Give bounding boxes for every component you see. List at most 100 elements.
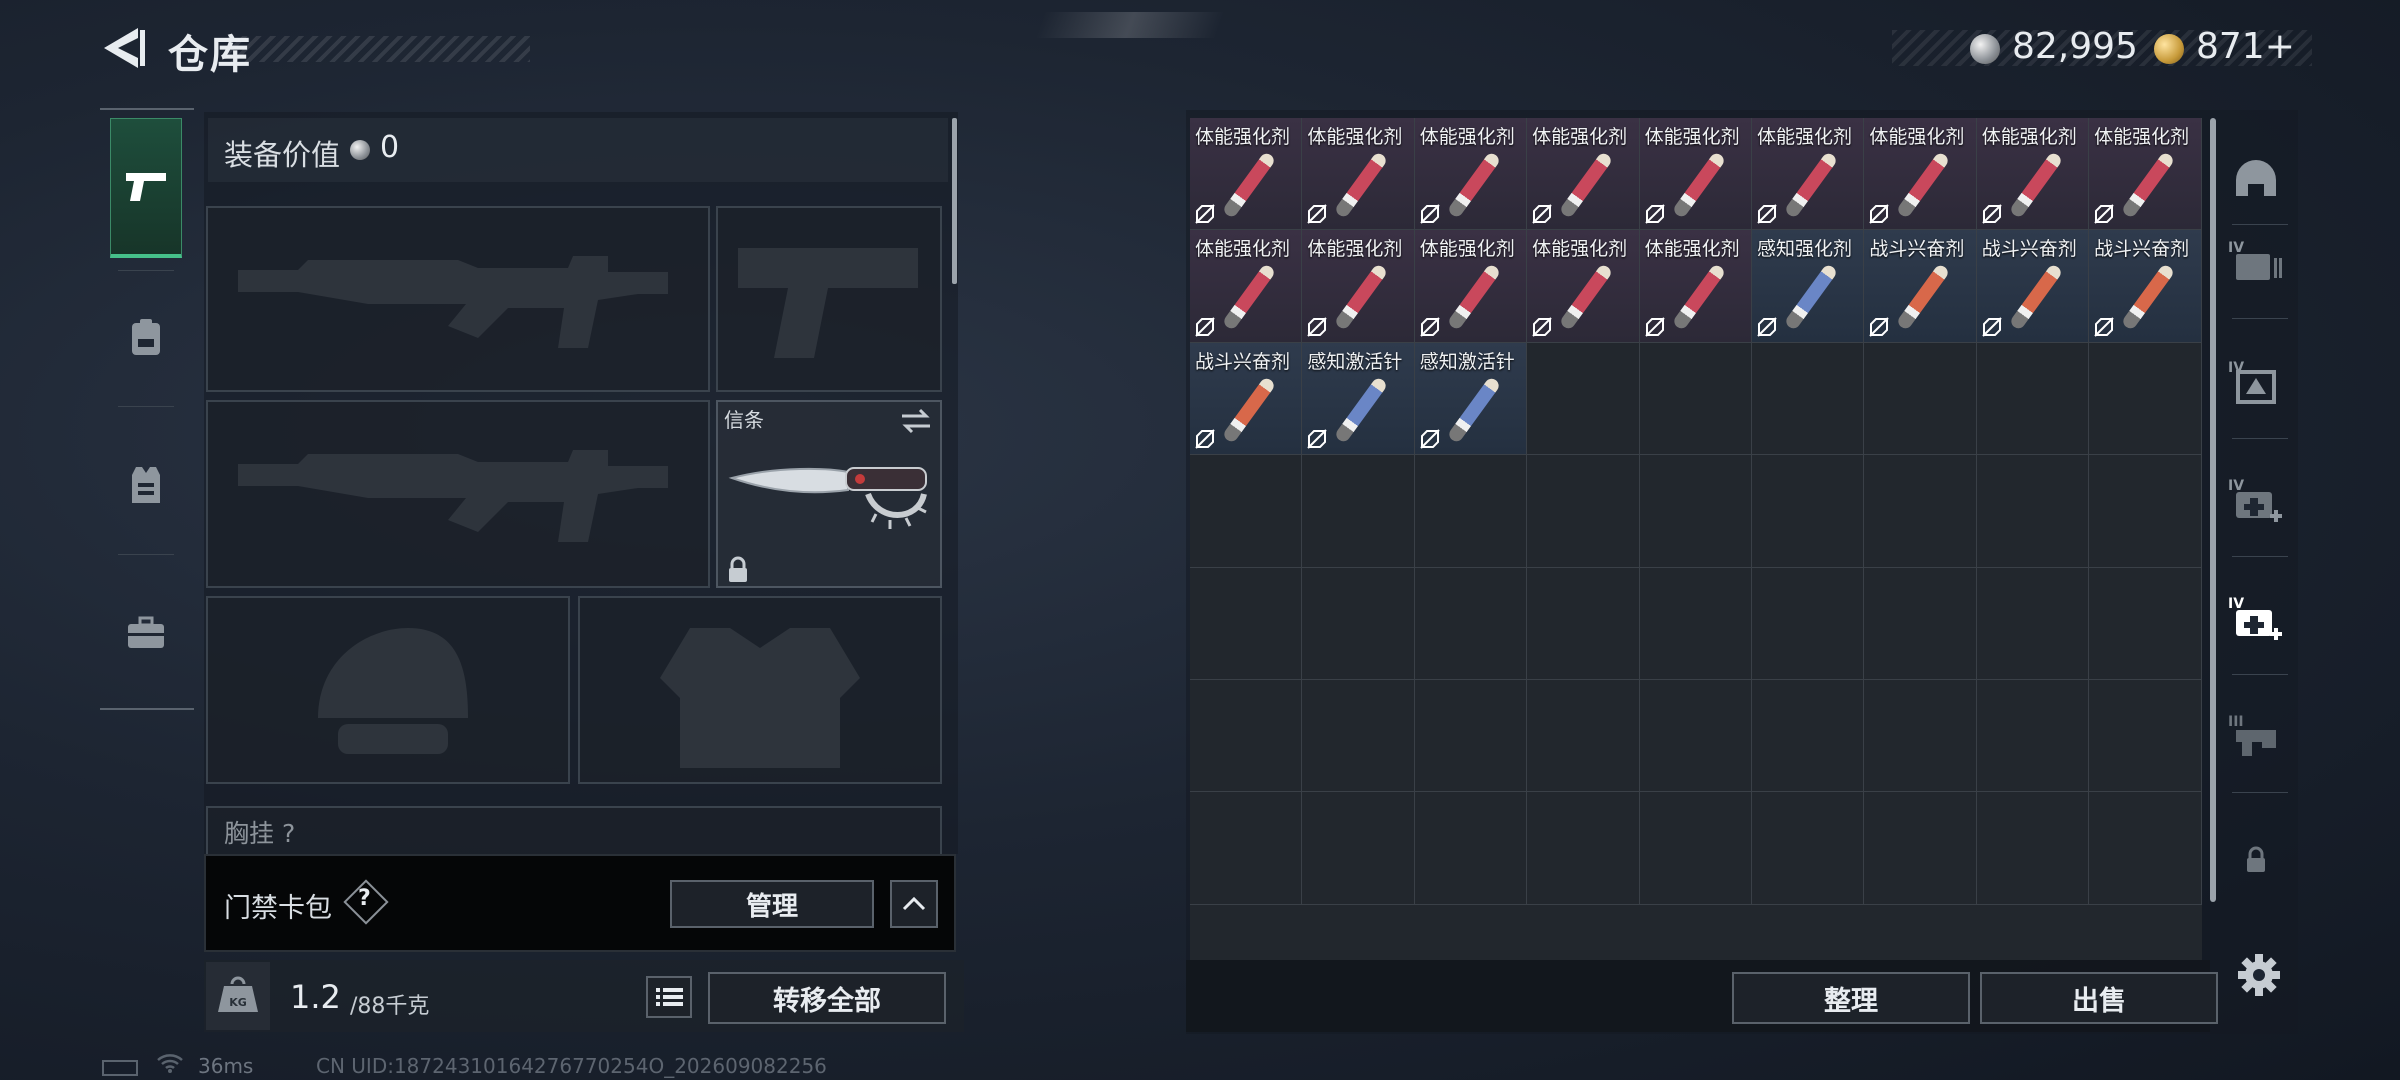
swap-icon[interactable] (900, 408, 932, 434)
category-case-iv[interactable]: IV (2226, 232, 2286, 292)
category-medkit-iv-selected[interactable]: IV (2226, 588, 2286, 648)
storage-item[interactable]: 体能强化剂 (1639, 230, 1752, 343)
empty-grid-cell[interactable] (1190, 455, 1303, 568)
empty-grid-cell[interactable] (1639, 455, 1752, 568)
empty-grid-cell[interactable] (1751, 342, 1865, 456)
empty-grid-cell[interactable] (1414, 567, 1528, 680)
empty-grid-cell[interactable] (1864, 679, 1977, 793)
storage-item[interactable]: 战斗兴奋剂 (2089, 230, 2202, 343)
collapse-button[interactable] (890, 880, 938, 928)
storage-item[interactable]: 感知强化剂 (1751, 230, 1865, 343)
storage-item[interactable]: 体能强化剂 (1302, 118, 1415, 231)
storage-item[interactable]: 感知激活针 (1302, 342, 1415, 456)
empty-grid-cell[interactable] (1527, 679, 1640, 793)
empty-grid-cell[interactable] (1639, 792, 1752, 905)
storage-item[interactable]: 战斗兴奋剂 (1190, 342, 1303, 456)
empty-grid-cell[interactable] (1414, 679, 1528, 793)
settings-button[interactable] (2236, 952, 2282, 998)
empty-grid-cell[interactable] (2089, 567, 2202, 680)
empty-grid-cell[interactable] (2089, 455, 2202, 568)
storage-item[interactable]: 体能强化剂 (1639, 118, 1752, 231)
empty-grid-cell[interactable] (1414, 792, 1528, 905)
storage-item[interactable]: 体能强化剂 (1864, 118, 1977, 231)
empty-grid-cell[interactable] (1527, 567, 1640, 680)
storage-item[interactable]: 体能强化剂 (1302, 230, 1415, 343)
storage-item[interactable]: 战斗兴奋剂 (1976, 230, 2090, 343)
empty-grid-cell[interactable] (1864, 342, 1977, 456)
primary-weapon-slot[interactable] (206, 206, 710, 392)
transfer-all-button[interactable]: 转移全部 (708, 972, 946, 1024)
category-ammo-iii[interactable]: III (2226, 706, 2286, 766)
secondary-weapon-slot[interactable] (206, 400, 710, 588)
empty-grid-cell[interactable] (1302, 679, 1415, 793)
empty-grid-cell[interactable] (1751, 792, 1865, 905)
tab-backpack[interactable] (110, 282, 182, 392)
empty-grid-cell[interactable] (1976, 792, 2090, 905)
category-separator (2232, 674, 2288, 675)
storage-item[interactable]: 体能强化剂 (1976, 118, 2090, 231)
armor-slot[interactable] (578, 596, 942, 784)
empty-grid-cell[interactable] (1639, 567, 1752, 680)
item-name: 感知激活针 (1419, 350, 1515, 373)
item-name: 体能强化剂 (1532, 238, 1628, 261)
pistol-slot[interactable] (716, 206, 942, 392)
manage-button[interactable]: 管理 (670, 880, 874, 928)
storage-item[interactable]: 体能强化剂 (1414, 230, 1528, 343)
empty-grid-cell[interactable] (1527, 342, 1640, 456)
empty-grid-cell[interactable] (1864, 455, 1977, 568)
storage-item[interactable]: 体能强化剂 (1190, 118, 1303, 231)
empty-grid-cell[interactable] (1190, 567, 1303, 680)
empty-grid-cell[interactable] (1639, 679, 1752, 793)
equipment-scrollbar[interactable] (952, 118, 957, 284)
empty-grid-cell[interactable] (1639, 342, 1752, 456)
empty-grid-cell[interactable] (1864, 792, 1977, 905)
storage-item[interactable]: 体能强化剂 (1751, 118, 1865, 231)
empty-grid-cell[interactable] (1976, 342, 2090, 456)
storage-item[interactable]: 体能强化剂 (1527, 118, 1640, 231)
empty-grid-cell[interactable] (1190, 679, 1303, 793)
weight-current: 1.2 (290, 978, 341, 1016)
storage-item[interactable]: 体能强化剂 (1414, 118, 1528, 231)
no-sell-icon (1869, 317, 1890, 337)
empty-grid-cell[interactable] (1751, 567, 1865, 680)
empty-grid-cell[interactable] (1302, 455, 1415, 568)
category-medkit-iv[interactable]: IV (2226, 470, 2286, 530)
storage-item[interactable]: 体能强化剂 (1190, 230, 1303, 343)
category-locked[interactable] (2226, 830, 2286, 890)
empty-grid-cell[interactable] (2089, 342, 2202, 456)
list-view-button[interactable] (646, 976, 692, 1018)
empty-grid-cell[interactable] (1302, 792, 1415, 905)
empty-grid-cell[interactable] (1527, 455, 1640, 568)
back-button[interactable] (98, 22, 146, 74)
empty-grid-cell[interactable] (1976, 679, 2090, 793)
storage-item[interactable]: 体能强化剂 (2089, 118, 2202, 231)
empty-grid-cell[interactable] (1190, 792, 1303, 905)
empty-grid-cell[interactable] (1864, 567, 1977, 680)
helmet-slot[interactable] (206, 596, 570, 784)
gold-amount-button[interactable]: 871+ (2196, 26, 2295, 67)
storage-item[interactable]: 感知激活针 (1414, 342, 1528, 456)
empty-grid-cell[interactable] (2089, 792, 2202, 905)
weight-icon: KG (218, 976, 258, 1012)
empty-grid-cell[interactable] (1527, 792, 1640, 905)
empty-grid-cell[interactable] (1751, 679, 1865, 793)
empty-grid-cell[interactable] (1751, 455, 1865, 568)
empty-grid-cell[interactable] (1302, 567, 1415, 680)
storage-item[interactable]: 体能强化剂 (1527, 230, 1640, 343)
tab-vest[interactable] (110, 430, 182, 540)
category-helmet[interactable] (2226, 150, 2286, 210)
empty-grid-cell[interactable] (2089, 679, 2202, 793)
tab-case[interactable] (110, 578, 182, 688)
help-icon[interactable]: ? (358, 886, 371, 911)
storage-item[interactable]: 战斗兴奋剂 (1864, 230, 1977, 343)
equipment-value: 0 (380, 130, 400, 165)
empty-grid-cell[interactable] (1414, 455, 1528, 568)
empty-grid-cell[interactable] (1976, 455, 2090, 568)
sort-button[interactable]: 整理 (1732, 972, 1970, 1024)
sell-button[interactable]: 出售 (1980, 972, 2218, 1024)
empty-grid-cell[interactable] (1976, 567, 2090, 680)
add-currency-icon[interactable]: + (2265, 26, 2295, 67)
tab-weapons[interactable] (110, 118, 182, 258)
item-name: 体能强化剂 (1195, 238, 1291, 261)
category-armor-iv[interactable]: IV (2226, 352, 2286, 412)
